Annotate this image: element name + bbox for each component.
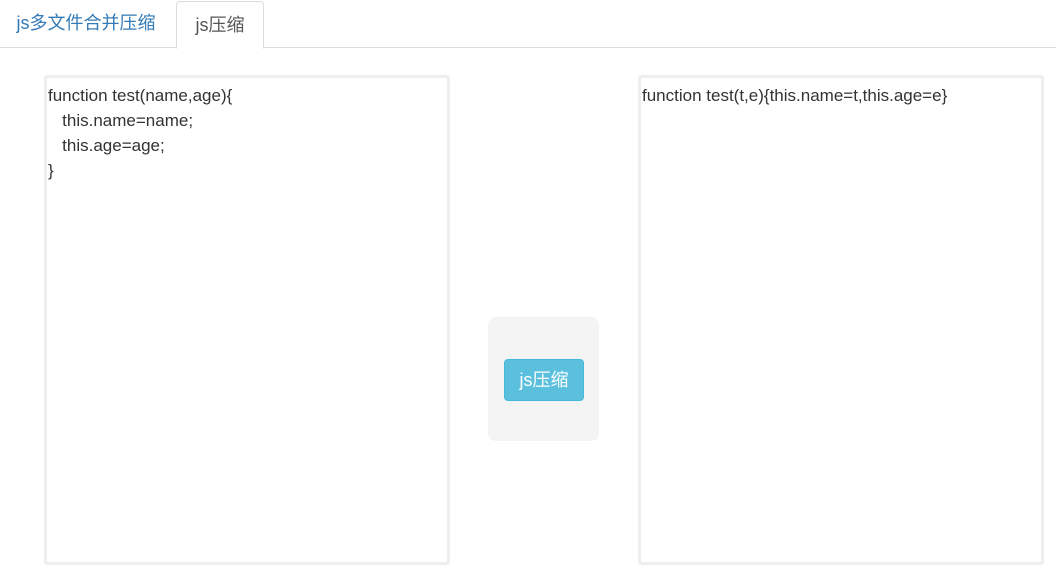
input-code-editor[interactable]: function test(name,age){ this.name=name;…: [47, 78, 447, 562]
output-code-editor[interactable]: function test(t,e){this.name=t,this.age=…: [641, 78, 1041, 562]
input-code-panel: function test(name,age){ this.name=name;…: [44, 75, 450, 565]
output-code-panel: function test(t,e){this.name=t,this.age=…: [638, 75, 1044, 565]
tab-bar: js多文件合并压缩 js压缩: [0, 0, 1056, 49]
action-panel: js压缩: [488, 317, 599, 441]
compress-button[interactable]: js压缩: [504, 359, 584, 401]
tab-js-compress[interactable]: js压缩: [176, 1, 264, 49]
tab-multi-file-merge-compress[interactable]: js多文件合并压缩: [0, 0, 172, 48]
